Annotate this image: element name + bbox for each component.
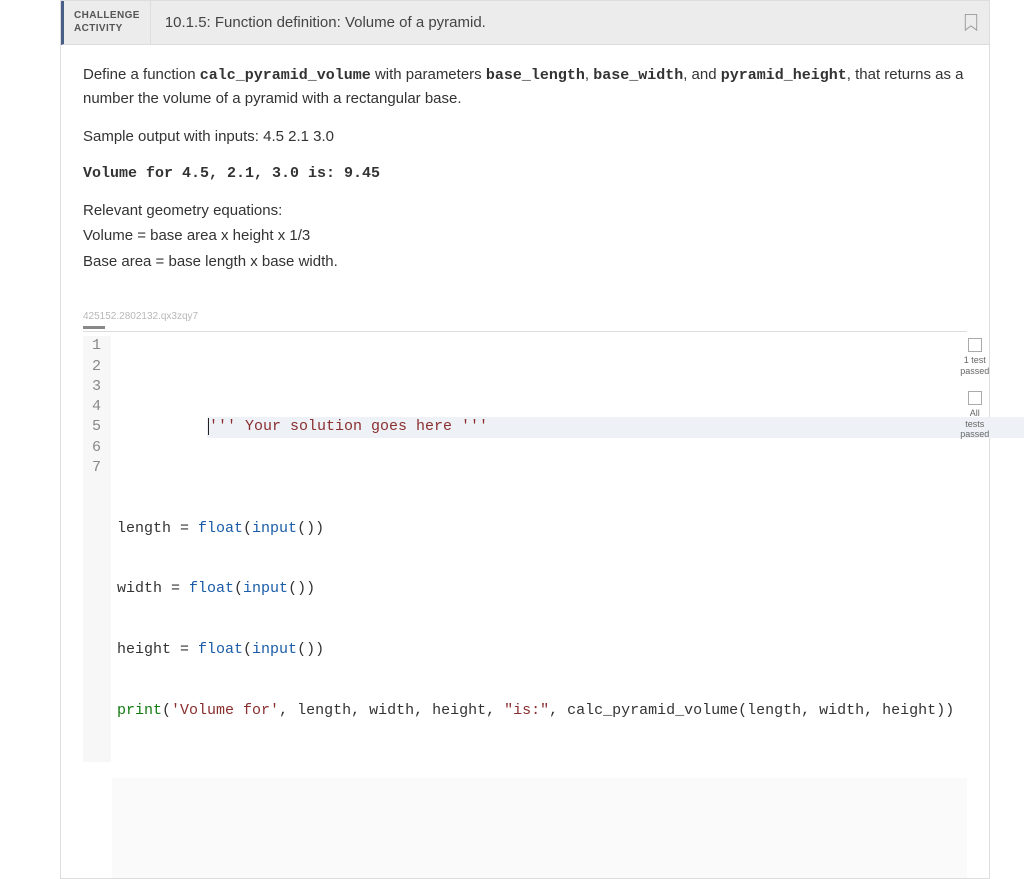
line-number-gutter: 1 2 3 4 5 6 7: [83, 336, 111, 761]
activity-type-label: CHALLENGE ACTIVITY: [64, 1, 151, 44]
line-number: 5: [83, 417, 103, 437]
code-line[interactable]: length = float(input()): [117, 519, 954, 539]
test-status-one: 1 test passed: [960, 338, 989, 377]
code-line-active[interactable]: ''' Your solution goes here ''': [207, 417, 1024, 437]
code-identifier: base_width: [593, 67, 683, 84]
line-number: 1: [83, 336, 103, 356]
session-hash: 425152.2802132.qx3zqy7: [83, 309, 967, 333]
checkbox-icon: [968, 391, 982, 405]
activity-label-line1: CHALLENGE: [74, 10, 140, 23]
code-identifier: base_length: [486, 67, 585, 84]
checkbox-icon: [968, 338, 982, 352]
code-identifier: pyramid_height: [721, 67, 847, 84]
prompt-segment: Define a function: [83, 66, 200, 83]
code-editor[interactable]: 1 2 3 4 5 6 7 ''' Your solution goes her…: [83, 332, 954, 765]
code-line[interactable]: [117, 458, 954, 478]
geometry-eq-volume: Volume = base area x height x 1/3: [83, 224, 967, 247]
activity-body: Define a function calc_pyramid_volume wi…: [61, 45, 989, 778]
prompt-segment: ,: [585, 66, 593, 83]
code-line[interactable]: print('Volume for', length, width, heigh…: [117, 701, 954, 721]
prompt-text: Define a function calc_pyramid_volume wi…: [83, 63, 967, 111]
line-number: 4: [83, 397, 103, 417]
code-identifier: calc_pyramid_volume: [200, 67, 371, 84]
sample-output: Volume for 4.5, 2.1, 3.0 is: 9.45: [83, 162, 967, 185]
line-number: 2: [83, 357, 103, 377]
geometry-eq-basearea: Base area = base length x base width.: [83, 250, 967, 273]
line-number: 6: [83, 438, 103, 458]
sample-input-label: Sample output with inputs: 4.5 2.1 3.0: [83, 125, 967, 148]
activity-label-line2: ACTIVITY: [74, 23, 140, 36]
prompt-segment: , and: [683, 66, 721, 83]
test-status-label: All tests passed: [960, 408, 989, 440]
code-line[interactable]: [117, 377, 954, 397]
activity-title: 10.1.5: Function definition: Volume of a…: [151, 1, 953, 44]
geometry-title: Relevant geometry equations:: [83, 199, 967, 222]
code-area-row: 1 2 3 4 5 6 7 ''' Your solution goes her…: [83, 332, 967, 765]
test-status-column: 1 test passed All tests passed: [954, 332, 991, 454]
prompt-segment: with parameters: [371, 66, 486, 83]
test-status-label: 1 test passed: [960, 355, 989, 377]
code-line[interactable]: height = float(input()): [117, 640, 954, 660]
line-number: 7: [83, 458, 103, 478]
editor-empty-area[interactable]: [112, 778, 967, 878]
bookmark-icon[interactable]: [953, 1, 989, 44]
code-lines[interactable]: ''' Your solution goes here ''' length =…: [111, 336, 954, 761]
test-status-all: All tests passed: [960, 391, 989, 440]
challenge-activity-card: CHALLENGE ACTIVITY 10.1.5: Function defi…: [60, 0, 990, 879]
code-line[interactable]: width = float(input()): [117, 579, 954, 599]
activity-header: CHALLENGE ACTIVITY 10.1.5: Function defi…: [61, 1, 989, 45]
line-number: 3: [83, 377, 103, 397]
